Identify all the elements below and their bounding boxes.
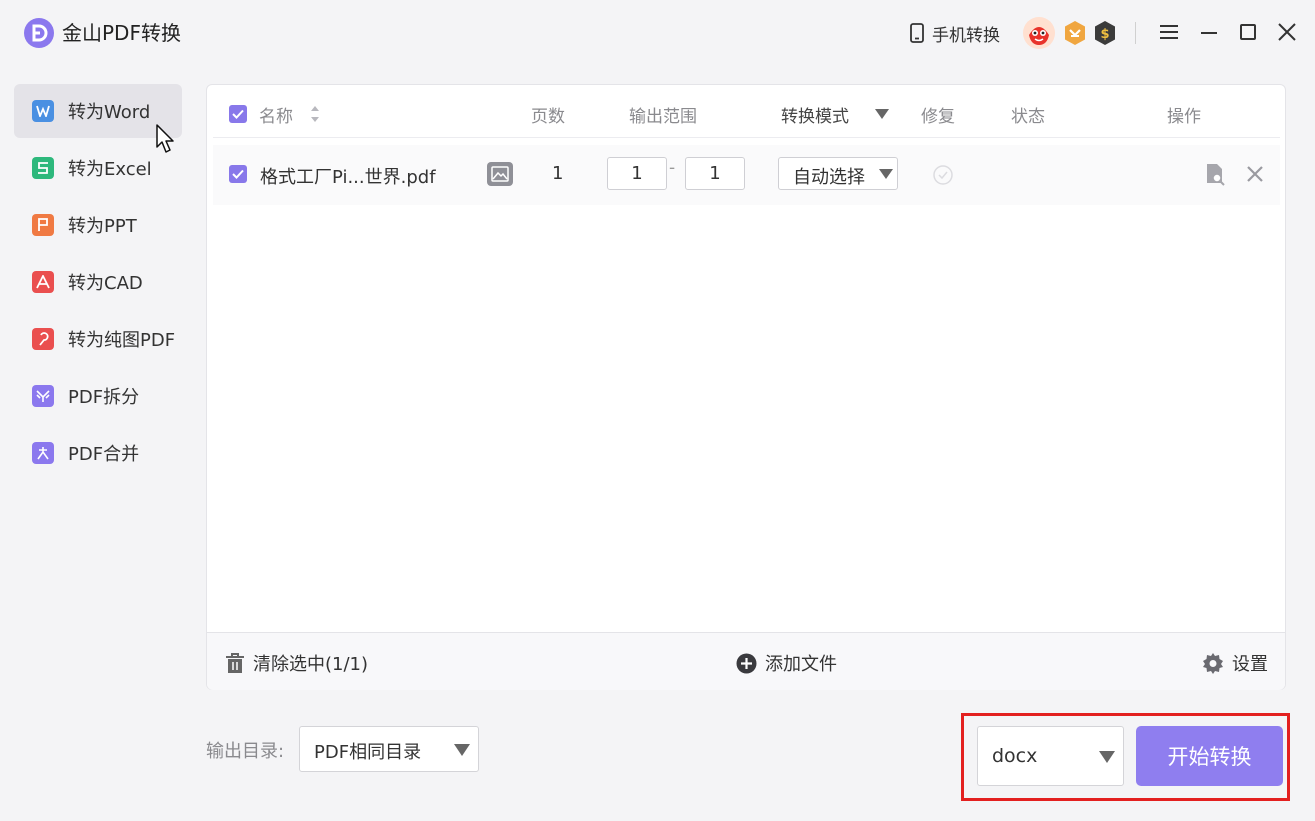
row-checkbox[interactable] bbox=[229, 165, 247, 183]
settings-button[interactable]: 设置 bbox=[1202, 650, 1268, 676]
column-name-header[interactable]: 名称 bbox=[259, 102, 293, 127]
table-header: 名称 页数 输出范围 转换模式 修复 状态 操作 bbox=[213, 85, 1280, 138]
add-file-label: 添加文件 bbox=[765, 654, 837, 675]
column-repair-header: 修复 bbox=[921, 107, 955, 127]
file-name: 格式工厂Pi...世界.pdf bbox=[260, 167, 436, 188]
minimize-icon[interactable] bbox=[1197, 20, 1221, 44]
mode-select-value: 自动选择 bbox=[793, 167, 865, 188]
close-icon[interactable] bbox=[1275, 20, 1299, 44]
chevron-down-icon bbox=[879, 169, 893, 179]
sidebar-item-cad[interactable]: 转为CAD bbox=[14, 255, 182, 309]
maximize-icon[interactable] bbox=[1236, 20, 1260, 44]
svg-text:$: $ bbox=[1100, 27, 1109, 42]
panel-footer: 清除选中(1/1) 添加文件 设置 bbox=[207, 632, 1285, 690]
column-status-header: 状态 bbox=[1011, 107, 1045, 127]
plus-circle-icon bbox=[736, 653, 757, 673]
chevron-down-icon bbox=[454, 744, 470, 756]
sidebar-item-ppt[interactable]: 转为PPT bbox=[14, 198, 182, 252]
output-format-value: docx bbox=[992, 745, 1038, 767]
image-pdf-icon bbox=[32, 328, 54, 350]
merge-icon bbox=[32, 442, 54, 464]
settings-label: 设置 bbox=[1232, 654, 1268, 675]
mobile-convert-button[interactable]: 手机转换 bbox=[908, 20, 1000, 46]
menu-icon[interactable] bbox=[1157, 20, 1181, 44]
sidebar-item-label: 转为Word bbox=[68, 102, 151, 123]
sort-icon[interactable] bbox=[310, 103, 320, 125]
trash-icon bbox=[226, 653, 244, 673]
column-range-header: 输出范围 bbox=[629, 107, 697, 127]
sidebar-item-split[interactable]: PDF拆分 bbox=[14, 369, 182, 423]
app-logo bbox=[24, 18, 54, 48]
sidebar-item-merge[interactable]: PDF合并 bbox=[14, 426, 182, 480]
gear-icon bbox=[1203, 653, 1223, 674]
sidebar-item-image-pdf[interactable]: 转为纯图PDF bbox=[14, 312, 182, 366]
range-to-input[interactable]: 1 bbox=[685, 157, 745, 190]
clear-selected-label: 清除选中(1/1) bbox=[253, 654, 369, 675]
column-pages-header: 页数 bbox=[531, 107, 565, 127]
phone-icon bbox=[910, 23, 924, 43]
cad-icon bbox=[32, 271, 54, 293]
split-icon bbox=[32, 385, 54, 407]
sidebar-item-label: PDF拆分 bbox=[68, 387, 140, 408]
word-icon bbox=[32, 100, 54, 122]
sidebar-item-label: 转为Excel bbox=[68, 159, 152, 180]
start-convert-button[interactable]: 开始转换 bbox=[1136, 726, 1283, 786]
repair-check-icon[interactable] bbox=[933, 165, 953, 185]
app-title: 金山PDF转换 bbox=[62, 21, 181, 45]
image-icon[interactable] bbox=[487, 162, 513, 186]
mode-select[interactable]: 自动选择 bbox=[778, 157, 898, 190]
output-directory-select[interactable]: PDF相同目录 bbox=[299, 726, 479, 772]
sidebar-item-label: PDF合并 bbox=[68, 444, 140, 465]
remove-file-icon[interactable] bbox=[1245, 164, 1265, 184]
output-directory-value: PDF相同目录 bbox=[314, 742, 422, 763]
range-from-input[interactable]: 1 bbox=[607, 157, 667, 190]
clear-selected-button[interactable]: 清除选中(1/1) bbox=[225, 650, 368, 676]
table-row[interactable]: 格式工厂Pi...世界.pdf 1 1 - 1 自动选择 bbox=[213, 145, 1280, 205]
excel-icon bbox=[32, 157, 54, 179]
mouse-cursor-icon bbox=[156, 124, 174, 153]
file-list-panel: 名称 页数 输出范围 转换模式 修复 状态 操作 格式工厂Pi...世界.pdf… bbox=[206, 84, 1286, 690]
column-actions-header: 操作 bbox=[1167, 107, 1201, 127]
ppt-icon bbox=[32, 214, 54, 236]
vip-badge-icon[interactable] bbox=[1063, 20, 1087, 46]
output-directory-label: 输出目录: bbox=[206, 741, 285, 762]
select-all-checkbox[interactable] bbox=[229, 105, 247, 123]
sidebar-item-label: 转为纯图PDF bbox=[68, 330, 176, 351]
sidebar-item-label: 转为PPT bbox=[68, 216, 137, 237]
page-count: 1 bbox=[552, 163, 564, 184]
toolbar-divider bbox=[1135, 22, 1136, 44]
sidebar-item-label: 转为CAD bbox=[68, 273, 143, 294]
add-file-button[interactable]: 添加文件 bbox=[736, 650, 837, 676]
output-format-select[interactable]: docx bbox=[977, 726, 1124, 786]
chevron-down-icon bbox=[1099, 751, 1115, 763]
preview-icon[interactable] bbox=[1204, 162, 1226, 186]
chevron-down-icon[interactable] bbox=[875, 109, 889, 119]
range-separator: - bbox=[669, 158, 676, 178]
user-avatar[interactable] bbox=[1023, 17, 1055, 49]
column-mode-header[interactable]: 转换模式 bbox=[781, 102, 849, 127]
title-bar: 金山PDF转换 手机转换 $ bbox=[0, 0, 1315, 66]
mobile-convert-label: 手机转换 bbox=[932, 25, 1000, 46]
super-member-badge-icon[interactable]: $ bbox=[1093, 20, 1117, 46]
